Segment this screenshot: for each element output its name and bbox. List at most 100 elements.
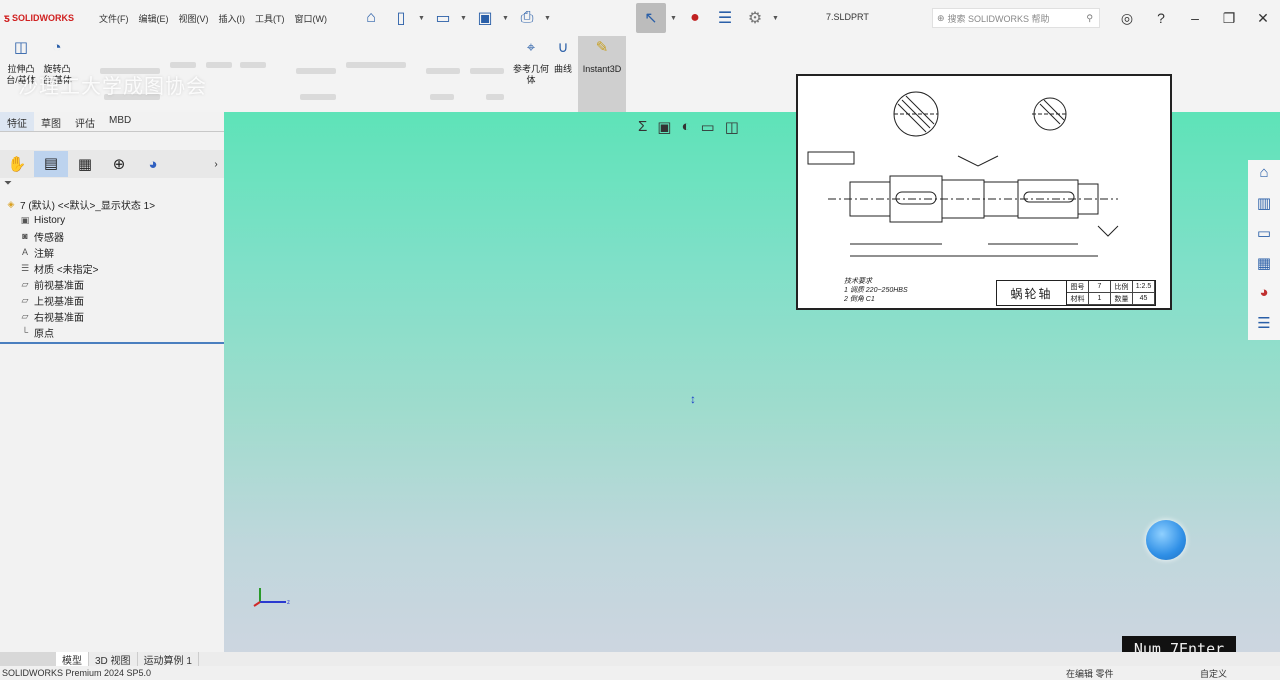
chevron-down-icon[interactable]: ▼ [460,15,468,22]
reference-geometry-icon: ⌖ [526,39,536,56]
tab-features[interactable]: 特征 [0,112,34,131]
chevron-down-icon[interactable]: ▼ [772,15,780,22]
tree-item-front-plane[interactable]: ▱ 前视基准面 [0,276,224,292]
cursor-highlight-icon [1146,520,1186,560]
logo-text: SOLIDWORKS [11,13,74,23]
curves-button[interactable]: ∪ 曲线 [550,39,576,75]
tree-item-label: 注解 [34,248,54,260]
tab-model[interactable]: 模型 [56,652,89,667]
feature-tree-icon[interactable]: ▤ [34,151,68,177]
blurred-ribbon-item [470,68,504,74]
configuration-icon[interactable]: ⊕ [102,155,136,173]
tree-item-top-plane[interactable]: ▱ 上视基准面 [0,292,224,308]
hand-icon[interactable]: ✋ [0,155,34,173]
title-block: 蜗轮轴 图号 7 比例 1:2.5 材料 1 数量 45 [996,280,1156,306]
open-folder-icon[interactable]: ▭ [430,5,456,31]
title-block-grid: 图号 7 比例 1:2.5 材料 1 数量 45 [1067,281,1155,305]
chevron-down-icon[interactable]: ▼ [670,15,678,22]
new-document-icon[interactable]: ▯ [388,5,414,31]
menu-view[interactable]: 视图(V) [174,12,214,25]
command-tabs: 特征 草图 评估 MBD [0,112,224,132]
chevron-down-icon[interactable]: ▼ [502,15,510,22]
appearances-icon[interactable]: ◕ [1259,284,1268,308]
instant3d-button[interactable]: ✎ Instant3D [578,36,626,112]
origin-marker-icon: ↕ [690,392,696,406]
print-icon[interactable]: ⎙ [514,5,540,31]
design-library-icon[interactable]: ▥ [1257,194,1271,218]
user-icon[interactable]: ◎ [1110,10,1144,27]
title-cell: 1 [1089,293,1111,305]
tab-3d-views[interactable]: 3D 视图 [89,652,138,667]
title-cell: 45 [1133,293,1155,305]
origin-icon: └ [21,327,29,337]
close-icon[interactable]: ✕ [1246,10,1280,27]
reference-geometry-label: 参考几何体 [512,64,549,85]
minimize-icon[interactable]: – [1178,10,1212,26]
display-style-icon[interactable]: ▭ [701,118,715,136]
chevron-right-icon[interactable]: › [208,159,224,170]
graphics-area[interactable]: Σ ▣ ◐ ▭ ◫ 技术要求 1 调质 220~250HBS 2 倒角 C1 蜗… [224,74,1280,662]
blurred-ribbon-item [240,62,266,68]
restore-icon[interactable]: ❐ [1212,10,1246,27]
curves-icon: ∪ [557,39,569,56]
units-status[interactable]: 自定义 [1200,667,1227,680]
reference-geometry-button[interactable]: ⌖ 参考几何体 [512,39,550,86]
gear-icon[interactable]: ⚙ [742,5,768,31]
document-title: 7.SLDPRT [826,12,869,22]
tab-motion-study[interactable]: 运动算例 1 [138,652,199,667]
history-icon: ▣ [20,214,30,225]
filter-icon[interactable]: ⏷ [0,178,224,196]
tree-root-part[interactable]: ◈ 7 (默认) <<默认>_显示状态 1> [0,196,224,212]
tree-item-label: 材质 <未指定> [34,264,99,276]
tab-evaluate[interactable]: 评估 [68,112,102,131]
menu-file[interactable]: 文件(F) [94,12,134,25]
window-controls: ◎ ? – ❐ ✕ [1110,0,1280,36]
reference-drawing-image: 技术要求 1 调质 220~250HBS 2 倒角 C1 蜗轮轴 图号 7 比例… [796,74,1172,310]
sum-icon[interactable]: Σ [638,118,647,136]
tab-mbd[interactable]: MBD [102,112,138,131]
solidworks-logo[interactable]: ƽ SOLIDWORKS [0,11,92,25]
custom-properties-icon[interactable]: ☰ [1257,314,1270,338]
home-icon[interactable]: ⌂ [1259,164,1268,188]
plane-icon: ▱ [21,310,29,321]
traffic-light-icon[interactable]: ● [682,5,708,31]
tree-item-label: 传感器 [34,232,64,244]
bottom-tabs: 模型 3D 视图 运动算例 1 [0,652,1280,667]
display-manager-icon[interactable]: ◕ [136,156,170,173]
blurred-ribbon-item [300,94,336,100]
tab-sketch[interactable]: 草图 [34,112,68,131]
menu-edit[interactable]: 编辑(E) [134,12,174,25]
menu-tools[interactable]: 工具(T) [250,12,290,25]
tree-item-material[interactable]: ☰ 材质 <未指定> [0,260,224,276]
tree-item-origin[interactable]: └ 原点 [0,324,224,340]
chevron-down-icon[interactable]: ▼ [544,15,552,22]
property-manager-icon[interactable]: ▦ [68,155,102,173]
menu-window[interactable]: 窗口(W) [290,12,333,25]
tree-item-sensors[interactable]: ◙ 传感器 [0,228,224,244]
chevron-down-icon[interactable]: ▼ [418,15,426,22]
tree-item-label: 原点 [34,328,54,340]
tree-item-annotations[interactable]: A 注解 [0,244,224,260]
search-input[interactable]: ⊕ 搜索 SOLIDWORKS 帮助 ⚲ [932,8,1100,28]
editing-status: 在编辑 零件 [1066,668,1114,679]
tree-item-history[interactable]: ▣ History [0,212,224,228]
select-cursor-icon[interactable]: ↖ [636,3,666,33]
search-icon[interactable]: ⚲ [1086,13,1093,24]
menu-insert[interactable]: 插入(I) [214,12,251,25]
view-palette-icon[interactable]: ▦ [1257,254,1271,278]
help-icon[interactable]: ? [1144,10,1178,26]
home-icon[interactable]: ⌂ [358,5,384,31]
view-orientation-icon[interactable]: ▣ [657,118,671,136]
section-view-icon[interactable]: ◐ [681,118,690,136]
coordinate-triad-icon: z [253,588,290,607]
title-bar: ƽ SOLIDWORKS 文件(F) 编辑(E) 视图(V) 插入(I) 工具(… [0,0,1280,36]
tab-scroll-area[interactable] [0,652,56,666]
file-explorer-icon[interactable]: ▭ [1257,224,1271,248]
blurred-ribbon-item [346,62,406,68]
hide-show-icon[interactable]: ◫ [725,118,739,136]
file-properties-icon[interactable]: ☰ [712,5,738,31]
tree-item-right-plane[interactable]: ▱ 右视基准面 [0,308,224,324]
feature-tree: ◈ 7 (默认) <<默认>_显示状态 1> ▣ History ◙ 传感器 A… [0,196,224,340]
save-icon[interactable]: ▣ [472,5,498,31]
manager-tabs: ✋ ▤ ▦ ⊕ ◕ › [0,150,224,178]
